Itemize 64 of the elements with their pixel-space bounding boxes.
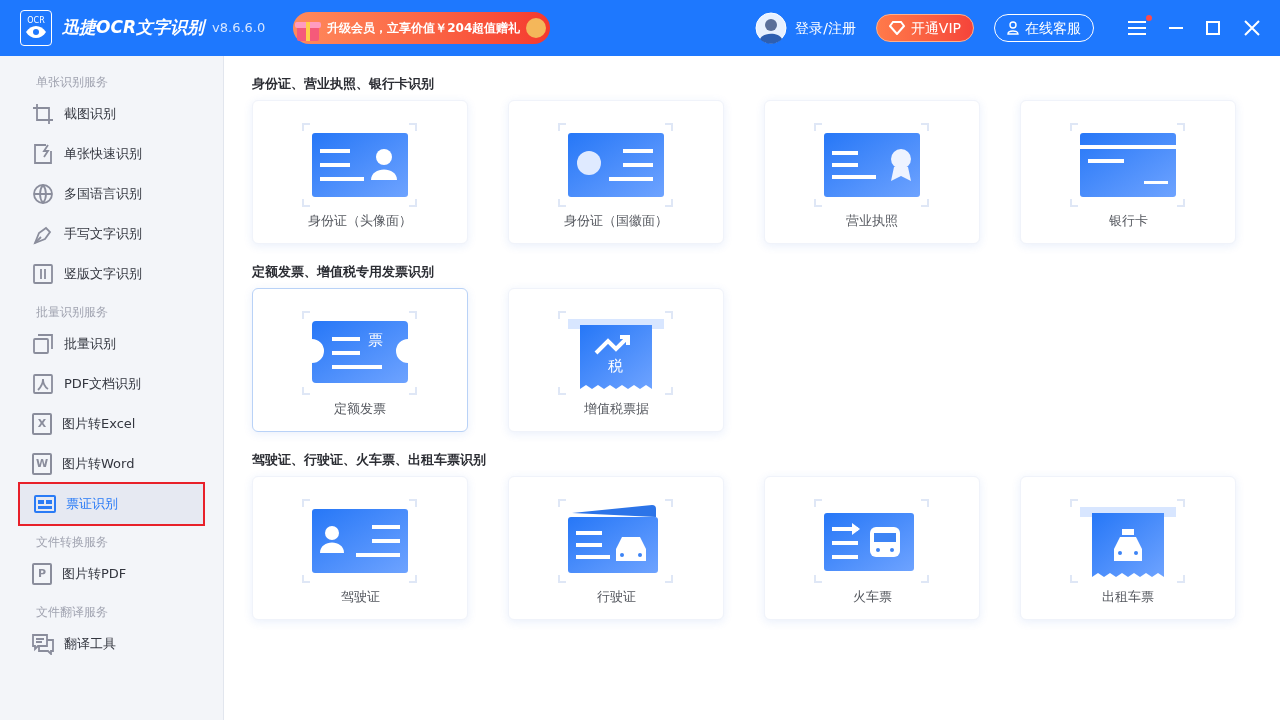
version-label: v8.6.6.0 bbox=[212, 19, 266, 38]
recognition-card[interactable]: 税 增值税票据 bbox=[508, 288, 724, 432]
tax-receipt-icon bbox=[558, 311, 674, 395]
recognition-card[interactable]: 银行卡 bbox=[1020, 100, 1236, 244]
ticket-glyph: 票 bbox=[368, 333, 383, 348]
recognition-card[interactable]: 身份证（头像面） bbox=[252, 100, 468, 244]
avatar-icon[interactable] bbox=[755, 12, 788, 44]
recognition-card[interactable]: 身份证（国徽面） bbox=[508, 100, 724, 244]
chat-icon bbox=[32, 633, 54, 655]
person-icon bbox=[1007, 21, 1019, 35]
recognition-card[interactable]: 火车票 bbox=[764, 476, 980, 620]
card-label: 银行卡 bbox=[1108, 212, 1148, 230]
car-card-icon bbox=[558, 499, 674, 583]
sidebar-item[interactable]: P 图片转PDF bbox=[18, 552, 205, 596]
recognition-card[interactable]: 行驶证 bbox=[508, 476, 724, 620]
coin-icon bbox=[526, 18, 547, 38]
crop-icon bbox=[32, 103, 54, 125]
card-label: 增值税票据 bbox=[583, 400, 649, 418]
lightning-icon bbox=[32, 143, 54, 165]
pdf-icon bbox=[32, 373, 54, 395]
section-heading: 文件翻译服务 bbox=[35, 604, 109, 621]
sidebar-item[interactable]: 翻译工具 bbox=[18, 622, 205, 666]
eye-icon bbox=[25, 25, 47, 39]
card-label: 驾驶证 bbox=[340, 588, 380, 606]
globe-icon bbox=[32, 183, 54, 205]
copy-icon bbox=[32, 333, 54, 355]
file-icon: X bbox=[32, 413, 52, 435]
card-label: 火车票 bbox=[852, 588, 892, 606]
maximize-icon[interactable] bbox=[1206, 21, 1220, 35]
taxi-receipt-icon bbox=[1070, 499, 1186, 583]
card-label: 身份证（头像面） bbox=[308, 212, 412, 230]
close-icon[interactable] bbox=[1244, 20, 1260, 36]
card-label: 出租车票 bbox=[1102, 588, 1154, 606]
section-heading: 批量识别服务 bbox=[35, 304, 109, 321]
file-icon: P bbox=[32, 563, 52, 585]
train-ticket-icon bbox=[814, 499, 930, 583]
section-title: 驾驶证、行驶证、火车票、出租车票识别 bbox=[252, 451, 487, 469]
section-title: 定额发票、增值税专用发票识别 bbox=[252, 263, 435, 281]
certificate-icon bbox=[814, 123, 930, 207]
app-title: 迅捷OCR文字识别 bbox=[62, 16, 205, 40]
bank-card-icon bbox=[1070, 123, 1186, 207]
recognition-card[interactable]: 票 定额发票 bbox=[252, 288, 468, 432]
ticket-icon bbox=[302, 311, 418, 395]
driver-license-icon bbox=[302, 499, 418, 583]
section-title: 身份证、营业执照、银行卡识别 bbox=[252, 75, 435, 93]
id-card-icon bbox=[302, 123, 418, 207]
file-icon: W bbox=[32, 453, 52, 475]
card-label: 身份证（国徽面） bbox=[564, 212, 668, 230]
ticket-icon bbox=[34, 493, 56, 515]
login-link[interactable]: 登录/注册 bbox=[795, 17, 856, 39]
section-heading: 单张识别服务 bbox=[35, 74, 109, 91]
section-heading: 文件转换服务 bbox=[35, 534, 109, 551]
menu-icon[interactable] bbox=[1128, 21, 1146, 35]
tax-glyph: 税 bbox=[608, 359, 623, 374]
card-label: 营业执照 bbox=[846, 212, 898, 230]
card-label: 定额发票 bbox=[334, 400, 386, 418]
recognition-card[interactable]: 驾驶证 bbox=[252, 476, 468, 620]
diamond-icon bbox=[888, 21, 905, 35]
card-label: 行驶证 bbox=[596, 588, 636, 606]
id-card-icon bbox=[558, 123, 674, 207]
recognition-card[interactable]: 出租车票 bbox=[1020, 476, 1236, 620]
logo-text: OCR bbox=[27, 17, 45, 25]
recognition-card[interactable]: 营业执照 bbox=[764, 100, 980, 244]
vertical-text-icon bbox=[32, 263, 54, 285]
